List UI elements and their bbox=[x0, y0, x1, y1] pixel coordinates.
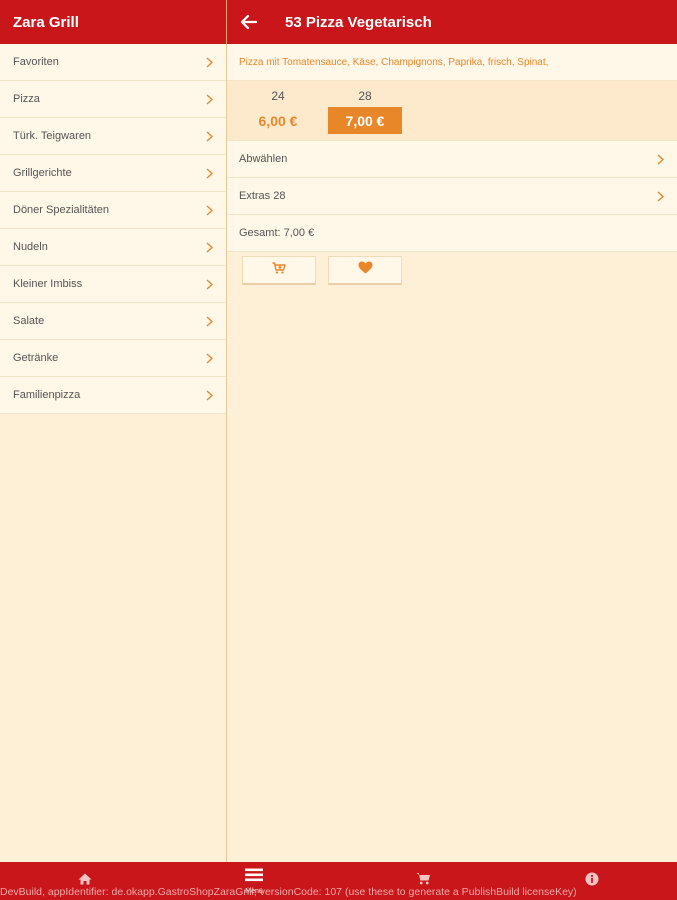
sidebar-item-label: Favoriten bbox=[13, 56, 59, 68]
sidebar-item-grillgerichte[interactable]: Grillgerichte bbox=[0, 155, 226, 192]
sidebar-item-getraenke[interactable]: Getränke bbox=[0, 340, 226, 377]
cart-plus-icon bbox=[272, 261, 286, 279]
menu-list-icon bbox=[245, 868, 263, 887]
chevron-right-icon bbox=[204, 167, 214, 179]
sidebar-item-label: Kleiner Imbiss bbox=[13, 278, 83, 290]
category-sidebar: Favoriten Pizza Türk. Teigwaren Grillger… bbox=[0, 44, 227, 862]
back-arrow-icon[interactable] bbox=[227, 0, 271, 44]
dev-build-notice: DevBuild, appIdentifier: de.okapp.Gastro… bbox=[0, 886, 577, 898]
sidebar-item-nudeln[interactable]: Nudeln bbox=[0, 229, 226, 266]
chevron-right-icon bbox=[655, 190, 665, 202]
extras-row[interactable]: Extras 28 bbox=[227, 178, 677, 215]
favorite-button[interactable] bbox=[328, 256, 402, 285]
sidebar-item-imbiss[interactable]: Kleiner Imbiss bbox=[0, 266, 226, 303]
chevron-right-icon bbox=[204, 315, 214, 327]
sidebar-item-label: Döner Spezialitäten bbox=[13, 204, 110, 216]
deselect-label: Abwählen bbox=[239, 153, 288, 165]
chevron-right-icon bbox=[204, 352, 214, 364]
product-title: 53 Pizza Vegetarisch bbox=[285, 13, 432, 31]
chevron-right-icon bbox=[204, 93, 214, 105]
chevron-right-icon bbox=[204, 204, 214, 216]
deselect-row[interactable]: Abwählen bbox=[227, 141, 677, 178]
size-label: 28 bbox=[358, 89, 372, 103]
chevron-right-icon bbox=[655, 153, 665, 165]
product-description: Pizza mit Tomatensauce, Käse, Champignon… bbox=[227, 44, 677, 81]
sidebar-item-doener[interactable]: Döner Spezialitäten bbox=[0, 192, 226, 229]
sidebar-item-label: Nudeln bbox=[13, 241, 48, 253]
chevron-right-icon bbox=[204, 278, 214, 290]
sidebar-item-salate[interactable]: Salate bbox=[0, 303, 226, 340]
chevron-right-icon bbox=[204, 130, 214, 142]
size-price-button[interactable]: 6,00 € bbox=[241, 107, 315, 134]
chevron-right-icon bbox=[204, 241, 214, 253]
size-option-24: 24 6,00 € bbox=[241, 89, 315, 140]
total-label: Gesamt: 7,00 € bbox=[239, 227, 315, 239]
sidebar-item-label: Salate bbox=[13, 315, 45, 327]
sidebar-item-label: Grillgerichte bbox=[13, 167, 72, 179]
product-detail: Pizza mit Tomatensauce, Käse, Champignon… bbox=[227, 44, 677, 862]
heart-icon bbox=[358, 261, 373, 279]
sidebar-item-familienpizza[interactable]: Familienpizza bbox=[0, 377, 226, 414]
chevron-right-icon bbox=[204, 56, 214, 68]
chevron-right-icon bbox=[204, 389, 214, 401]
sidebar-item-label: Pizza bbox=[13, 93, 40, 105]
extras-label: Extras 28 bbox=[239, 190, 286, 202]
sidebar-item-teigwaren[interactable]: Türk. Teigwaren bbox=[0, 118, 226, 155]
size-price-button-selected[interactable]: 7,00 € bbox=[328, 107, 402, 134]
total-row: Gesamt: 7,00 € bbox=[227, 215, 677, 252]
action-buttons bbox=[227, 252, 677, 285]
detail-header: 53 Pizza Vegetarisch bbox=[227, 0, 677, 44]
size-selector: 24 6,00 € 28 7,00 € bbox=[227, 81, 677, 141]
app-title: Zara Grill bbox=[0, 0, 227, 44]
add-to-cart-button[interactable] bbox=[242, 256, 316, 285]
sidebar-item-favoriten[interactable]: Favoriten bbox=[0, 44, 226, 81]
size-option-28: 28 7,00 € bbox=[328, 89, 402, 140]
sidebar-item-pizza[interactable]: Pizza bbox=[0, 81, 226, 118]
sidebar-item-label: Türk. Teigwaren bbox=[13, 130, 92, 142]
size-label: 24 bbox=[271, 89, 285, 103]
sidebar-item-label: Familienpizza bbox=[13, 389, 81, 401]
sidebar-item-label: Getränke bbox=[13, 352, 59, 364]
